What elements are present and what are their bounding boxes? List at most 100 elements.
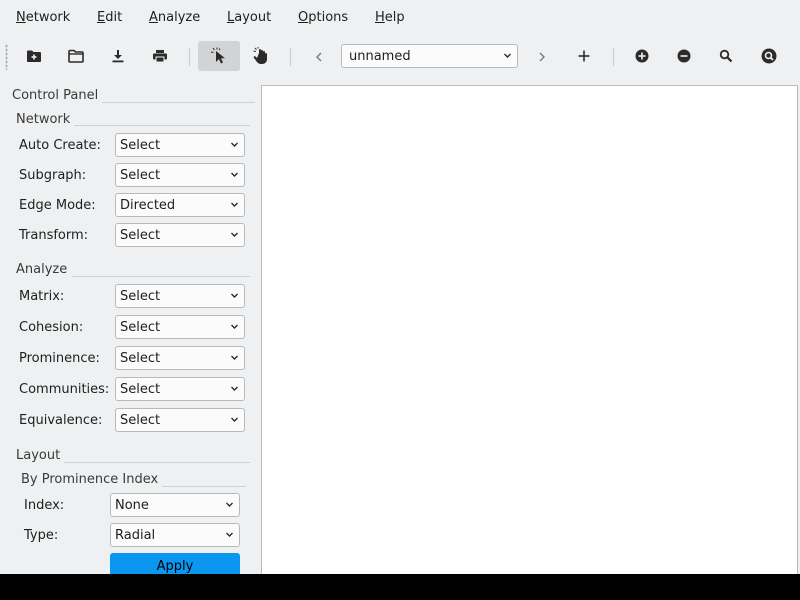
reset-view-icon [761, 48, 777, 64]
menu-help-label: elp [384, 10, 405, 25]
select-pointer-icon [210, 47, 225, 64]
menu-analyze[interactable]: Analyze [149, 10, 200, 25]
toolbar-separator [189, 48, 190, 66]
menu-edit[interactable]: Edit [97, 10, 122, 25]
edge-mode-value: Directed [120, 198, 176, 213]
toolbar-separator [613, 48, 614, 66]
equivalence-value: Select [120, 413, 161, 428]
next-network-button[interactable] [532, 47, 552, 67]
chevron-down-icon [231, 386, 238, 391]
network-selector[interactable]: unnamed [341, 44, 518, 68]
prominence-index-subgroup-title: By Prominence Index [21, 472, 159, 487]
download-icon [112, 50, 124, 63]
chevron-down-icon [231, 293, 238, 298]
new-network-button[interactable] [16, 41, 52, 71]
menu-network-label: etwork [25, 10, 71, 25]
toolbar-separator [290, 48, 291, 66]
chevron-down-icon [231, 417, 238, 422]
zoom-in-icon [635, 49, 649, 63]
auto-create-select[interactable]: Select [115, 133, 245, 157]
network-group-divider [74, 125, 250, 126]
chevron-down-icon [226, 532, 233, 537]
zoom-fit-icon [719, 49, 733, 63]
chevron-down-icon [231, 202, 238, 207]
layout-group-title: Layout [16, 448, 61, 463]
subgraph-select[interactable]: Select [115, 163, 245, 187]
zoom-in-button[interactable] [624, 41, 660, 71]
open-folder-icon [68, 49, 84, 63]
cohesion-label: Cohesion: [19, 320, 84, 335]
zoom-fit-button[interactable] [708, 41, 744, 71]
add-network-button[interactable] [566, 41, 602, 71]
next-icon [539, 52, 545, 62]
index-value: None [115, 498, 149, 513]
chevron-down-icon [504, 53, 511, 58]
equivalence-label: Equivalence: [19, 413, 103, 428]
network-selector-value: unnamed [349, 49, 411, 64]
control-panel-divider [102, 102, 255, 103]
subgraph-value: Select [120, 168, 161, 183]
pan-hand-icon [253, 47, 267, 64]
menu-edit-mnemonic: E [97, 10, 106, 25]
prominence-label: Prominence: [19, 351, 100, 366]
zoom-out-button[interactable] [666, 41, 702, 71]
open-button[interactable] [58, 41, 94, 71]
previous-network-button[interactable] [309, 47, 329, 67]
select-tool-button[interactable] [198, 41, 240, 71]
cohesion-select[interactable]: Select [115, 315, 245, 339]
menu-layout[interactable]: Layout [227, 10, 271, 25]
menu-help[interactable]: Help [375, 10, 405, 25]
menu-network-mnemonic: N [16, 10, 26, 25]
network-group-title: Network [16, 112, 71, 127]
type-select[interactable]: Radial [110, 523, 240, 547]
index-select[interactable]: None [110, 493, 240, 517]
matrix-label: Matrix: [19, 289, 65, 304]
chevron-down-icon [231, 324, 238, 329]
control-panel-title: Control Panel [12, 88, 99, 103]
chevron-down-icon [231, 142, 238, 147]
index-label: Index: [24, 498, 65, 513]
analyze-group-divider [72, 276, 250, 277]
transform-select[interactable]: Select [115, 223, 245, 247]
matrix-select[interactable]: Select [115, 284, 245, 308]
chevron-down-icon [231, 172, 238, 177]
control-panel: Control Panel Network Auto Create: Selec… [0, 76, 260, 574]
type-label: Type: [24, 528, 59, 543]
menu-help-mnemonic: H [375, 10, 385, 25]
prominence-value: Select [120, 351, 161, 366]
apply-button[interactable]: Apply [110, 553, 240, 574]
auto-create-value: Select [120, 138, 161, 153]
edge-mode-select[interactable]: Directed [115, 193, 245, 217]
add-icon [578, 50, 590, 62]
menubar: Network Edit Analyze Layout Options Help [0, 0, 800, 36]
transform-label: Transform: [19, 228, 89, 243]
layout-group-divider [64, 462, 250, 463]
new-folder-icon [27, 50, 41, 62]
print-button[interactable] [142, 41, 178, 71]
edge-mode-label: Edge Mode: [19, 198, 96, 213]
graph-canvas[interactable] [261, 85, 798, 574]
toolbar-grip[interactable] [5, 44, 8, 70]
analyze-group-title: Analyze [16, 262, 68, 277]
chevron-down-icon [226, 502, 233, 507]
save-button[interactable] [100, 41, 136, 71]
chevron-down-icon [231, 355, 238, 360]
cohesion-value: Select [120, 320, 161, 335]
pan-tool-button[interactable] [244, 41, 280, 71]
equivalence-select[interactable]: Select [115, 408, 245, 432]
zoom-out-icon [677, 49, 691, 63]
menu-options[interactable]: Options [298, 10, 348, 25]
transform-value: Select [120, 228, 161, 243]
menu-analyze-mnemonic: A [149, 10, 158, 25]
print-icon [153, 50, 167, 63]
app-window: Network Edit Analyze Layout Options Help [0, 0, 800, 574]
prominence-index-divider [162, 486, 246, 487]
menu-network[interactable]: Network [16, 10, 70, 25]
communities-select[interactable]: Select [115, 377, 245, 401]
auto-create-label: Auto Create: [19, 138, 101, 153]
menu-layout-label: ayout [234, 10, 272, 25]
prominence-select[interactable]: Select [115, 346, 245, 370]
type-value: Radial [115, 528, 156, 543]
reset-view-button[interactable] [751, 41, 787, 71]
previous-icon [316, 52, 322, 62]
